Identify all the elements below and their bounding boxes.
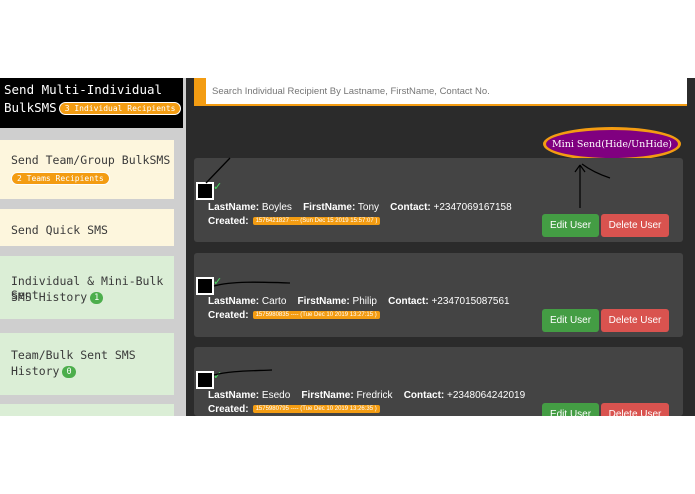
firstname-label: FirstName: bbox=[303, 202, 356, 213]
contact-value: +2347069167158 bbox=[433, 202, 512, 213]
recipient-count-badge: 3 Individual Recipients bbox=[58, 102, 182, 115]
recipient-card: ✓ LastName: Carto FirstName: Philip Cont… bbox=[194, 253, 683, 337]
firstname-value: Tony bbox=[357, 202, 380, 213]
contact-label: Contact: bbox=[403, 390, 445, 401]
created-label: Created: bbox=[208, 216, 249, 227]
edit-user-button[interactable]: Edit User bbox=[542, 403, 599, 416]
contact-value: +2347015087561 bbox=[431, 296, 510, 307]
sidebar-item-label-line2: SMS History bbox=[11, 290, 88, 304]
lastname-label: LastName: bbox=[208, 202, 260, 213]
created-timestamp: 1575980835 ---- (Tue Dec 10 2019 13:27:1… bbox=[252, 311, 380, 320]
delete-user-button[interactable]: Delete User bbox=[601, 309, 669, 332]
contact-value: +2348064242019 bbox=[447, 390, 526, 401]
sidebar-item-label: Send Quick SMS bbox=[11, 223, 108, 237]
check-icon: ✓ bbox=[213, 369, 223, 382]
contact-label: Contact: bbox=[388, 296, 429, 307]
edit-user-button[interactable]: Edit User bbox=[542, 214, 599, 237]
sidebar-item-send-multi-individual[interactable]: Send Multi-Individual BulkSMS 3 Individua… bbox=[0, 78, 185, 128]
sidebar-item-label: Send Multi-Individual bbox=[4, 82, 163, 97]
search-input[interactable] bbox=[206, 78, 687, 104]
recipient-details: LastName: Boyles FirstName: Tony Contact… bbox=[208, 202, 512, 213]
created-line: Created: 1576421827 ---- (Sun Dec 15 2019… bbox=[208, 216, 381, 227]
created-label: Created: bbox=[208, 310, 249, 321]
mini-send-toggle-button[interactable]: Mini Send(Hide/UnHide) bbox=[543, 127, 681, 161]
delete-user-button[interactable]: Delete User bbox=[601, 214, 669, 237]
created-timestamp: 1575980795 ---- (Tue Dec 10 2019 13:26:3… bbox=[252, 405, 380, 414]
recipient-select-checkbox[interactable] bbox=[196, 182, 214, 200]
sidebar-item-label-line2: BulkSMS bbox=[4, 100, 57, 115]
lastname-value: Boyles bbox=[261, 202, 292, 213]
recipient-select-checkbox[interactable] bbox=[196, 371, 214, 389]
sidebar-item-send-team-group[interactable]: Send Team/Group BulkSMS 2 Teams Recipien… bbox=[0, 140, 174, 199]
lastname-label: LastName: bbox=[208, 390, 260, 401]
recipient-details: LastName: Carto FirstName: Philip Contac… bbox=[208, 296, 510, 307]
check-icon: ✓ bbox=[213, 275, 223, 288]
sidebar: Send Multi-Individual BulkSMS 3 Individua… bbox=[0, 78, 186, 416]
sidebar-item-label: BulkSMS 3 Individual Recipients bbox=[4, 100, 182, 115]
firstname-label: FirstName: bbox=[301, 390, 354, 401]
firstname-label: FirstName: bbox=[297, 296, 350, 307]
sidebar-item-label: SMS History 1 bbox=[11, 290, 104, 304]
history-count-badge: 1 bbox=[90, 291, 104, 304]
sidebar-item-label: Send Team/Group BulkSMS bbox=[11, 153, 171, 167]
team-count-badge: 2 Teams Recipients bbox=[11, 172, 110, 185]
firstname-value: Fredrick bbox=[356, 390, 393, 401]
delete-user-button[interactable]: Delete User bbox=[601, 403, 669, 416]
created-line: Created: 1575980835 ---- (Tue Dec 10 2019… bbox=[208, 310, 380, 321]
firstname-value: Philip bbox=[352, 296, 377, 307]
recipient-card: ✓ LastName: Esedo FirstName: Fredrick Co… bbox=[194, 347, 683, 416]
created-line: Created: 1575980795 ---- (Tue Dec 10 2019… bbox=[208, 404, 380, 415]
check-icon: ✓ bbox=[213, 180, 223, 193]
recipient-card: ✓ LastName: Boyles FirstName: Tony Conta… bbox=[194, 158, 683, 242]
created-timestamp: 1576421827 ---- (Sun Dec 15 2019 15:57:0… bbox=[252, 217, 381, 226]
sidebar-item-partial[interactable] bbox=[0, 404, 174, 416]
lastname-value: Carto bbox=[261, 296, 287, 307]
sidebar-item-individual-history[interactable]: Individual & Mini-Bulk Sent SMS History 1 bbox=[0, 256, 174, 319]
created-label: Created: bbox=[208, 404, 249, 415]
sidebar-item-label-line2: History bbox=[11, 364, 60, 378]
edit-user-button[interactable]: Edit User bbox=[542, 309, 599, 332]
recipient-details: LastName: Esedo FirstName: Fredrick Cont… bbox=[208, 390, 525, 401]
sidebar-item-send-quick-sms[interactable]: Send Quick SMS bbox=[0, 209, 174, 246]
search-frame bbox=[194, 78, 687, 106]
history-count-badge: 0 bbox=[62, 365, 76, 378]
lastname-label: LastName: bbox=[208, 296, 260, 307]
sidebar-item-label: History 0 bbox=[11, 364, 76, 378]
lastname-value: Esedo bbox=[261, 390, 291, 401]
contact-label: Contact: bbox=[390, 202, 431, 213]
recipient-select-checkbox[interactable] bbox=[196, 277, 214, 295]
sidebar-item-label: Team/Bulk Sent SMS bbox=[11, 348, 136, 362]
sidebar-item-team-history[interactable]: Team/Bulk Sent SMS History 0 bbox=[0, 333, 174, 395]
